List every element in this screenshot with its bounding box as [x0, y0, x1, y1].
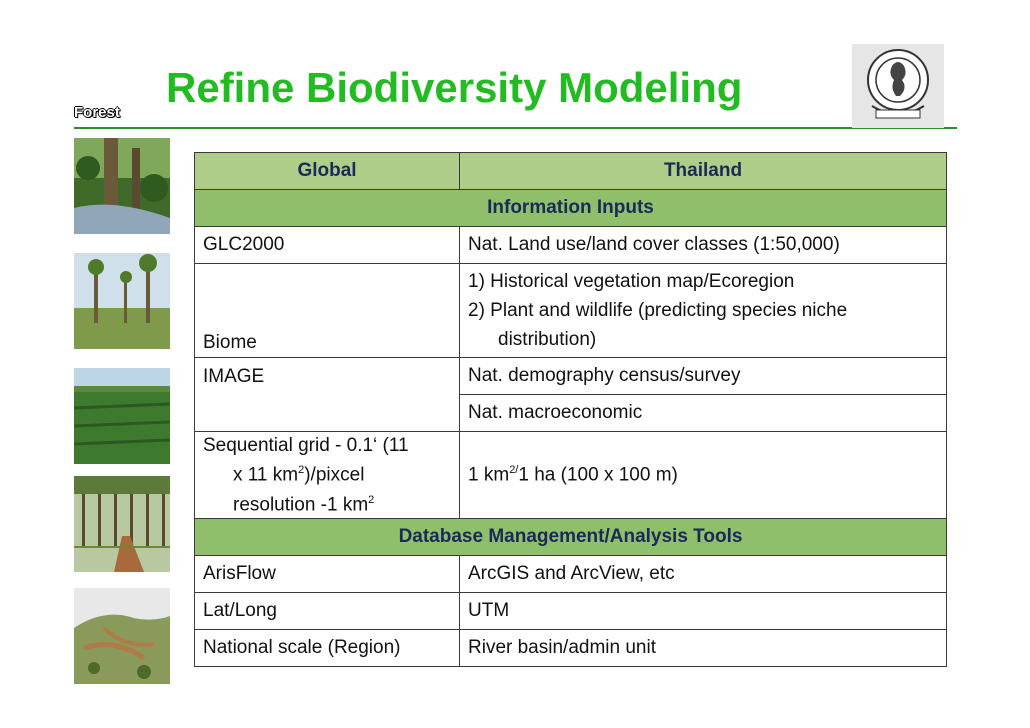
section-database-tools: Database Management/Analysis Tools [194, 518, 947, 556]
cell-line: Sequential grid - 0.1‘ (11 [203, 435, 409, 457]
cell-thailand: 1) Historical vegetation map/Ecoregion 2… [459, 263, 947, 358]
table-header-row: Global Thailand [194, 152, 947, 190]
cell-line: resolution -1 km2 [233, 493, 375, 515]
table-row: Sequential grid - 0.1‘ (11 x 11 km2)/pix… [194, 431, 947, 519]
cell-line: 1) Historical vegetation map/Ecoregion [468, 271, 795, 292]
cell-thailand: Nat. Land use/land cover classes (1:50,0… [459, 226, 947, 264]
section-row-database-tools: Database Management/Analysis Tools [194, 518, 947, 556]
slide-title: Refine Biodiversity Modeling [166, 64, 743, 111]
forest-stream-photo [74, 138, 170, 234]
cell-thailand: River basin/admin unit [459, 629, 947, 667]
table-row: ArisFlow ArcGIS and ArcView, etc [194, 555, 947, 593]
cell-global: Lat/Long [194, 592, 460, 630]
cell-global: GLC2000 [194, 226, 460, 264]
cell-thailand: UTM [459, 592, 947, 630]
title-rule [74, 127, 957, 129]
table-row: IMAGE Nat. demography census/survey [194, 357, 947, 432]
table-row: Lat/Long UTM [194, 592, 947, 630]
pine-road-photo [74, 476, 170, 572]
cell-thailand: 1 km2/1 ha (100 x 100 m) [459, 431, 947, 519]
forest-label: Forest [74, 104, 120, 121]
section-row-information-inputs: Information Inputs [194, 189, 947, 227]
cell-global: Sequential grid - 0.1‘ (11 x 11 km2)/pix… [194, 431, 460, 519]
comparison-table: Global Thailand Information Inputs GLC20… [194, 152, 947, 667]
university-seal-icon [852, 44, 944, 128]
cell-thailand: ArcGIS and ArcView, etc [459, 555, 947, 593]
header-global: Global [194, 152, 460, 190]
cell-global: IMAGE [194, 357, 460, 432]
plantation-photo [74, 368, 170, 464]
cell-line: x 11 km2)/pixcel [233, 464, 365, 486]
cell-line: 2) Plant and wildlife (predicting specie… [468, 300, 848, 321]
cleared-hillside-photo [74, 588, 170, 684]
section-information-inputs: Information Inputs [194, 189, 947, 227]
cell-thailand: Nat. macroeconomic [459, 394, 947, 432]
header-thailand: Thailand [459, 152, 947, 190]
cell-thailand: Nat. demography census/survey [459, 357, 947, 395]
cell-global: Biome [194, 263, 460, 358]
sparse-trees-photo [74, 253, 170, 349]
table-row: GLC2000 Nat. Land use/land cover classes… [194, 226, 947, 264]
table-row: Biome 1) Historical vegetation map/Ecore… [194, 263, 947, 358]
cell-global: ArisFlow [194, 555, 460, 593]
table-row: National scale (Region) River basin/admi… [194, 629, 947, 667]
cell-line: distribution) [498, 329, 597, 350]
cell-global: National scale (Region) [194, 629, 460, 667]
